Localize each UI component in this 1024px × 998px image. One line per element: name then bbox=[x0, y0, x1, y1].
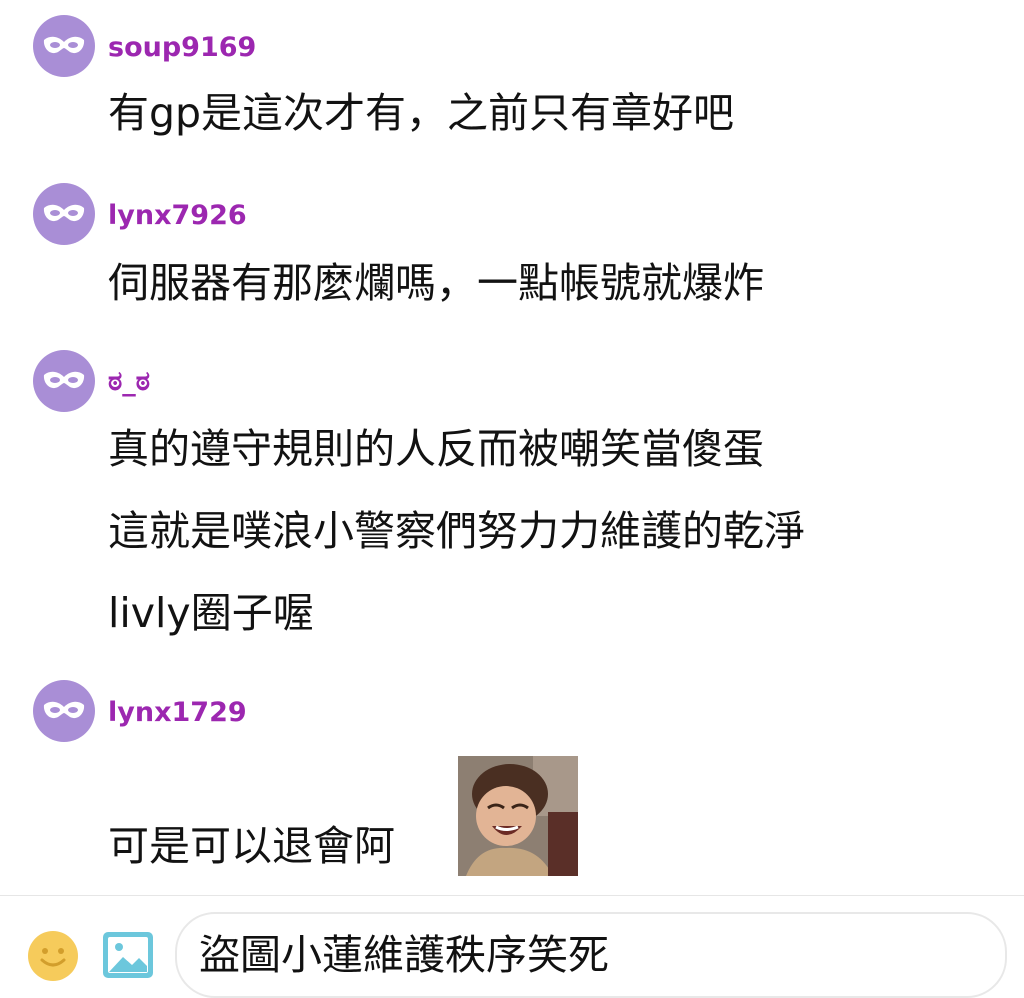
laughing-person-sticker[interactable] bbox=[458, 756, 578, 876]
comment-input-value: 盜圖小蓮維護秩序笑死 bbox=[199, 931, 609, 979]
comment-text: 有gp是這次才有，之前只有章好吧 bbox=[108, 89, 735, 137]
avatar[interactable] bbox=[33, 183, 95, 245]
mask-icon bbox=[43, 371, 85, 389]
username[interactable]: lynx1729 bbox=[108, 697, 247, 729]
username[interactable]: soup9169 bbox=[108, 32, 256, 64]
avatar[interactable] bbox=[33, 680, 95, 742]
image-picker-button[interactable] bbox=[101, 930, 155, 980]
mask-icon bbox=[43, 701, 85, 719]
composer-divider bbox=[0, 895, 1024, 896]
username[interactable]: ಠ_ಠ bbox=[108, 366, 150, 398]
comment-text: 真的遵守規則的人反而被嘲笑當傻蛋 bbox=[108, 425, 764, 473]
comment-text: 可是可以退會阿 bbox=[108, 822, 395, 870]
comment-text: 這就是噗浪小警察們努力力維護的乾淨 bbox=[108, 507, 805, 555]
avatar[interactable] bbox=[33, 350, 95, 412]
comment-text: 伺服器有那麼爛嗎，一點帳號就爆炸 bbox=[108, 259, 764, 307]
comment-text: livly圈子喔 bbox=[108, 589, 314, 637]
username[interactable]: lynx7926 bbox=[108, 200, 247, 232]
laughing-person-image bbox=[458, 756, 578, 876]
avatar[interactable] bbox=[33, 15, 95, 77]
smiley-face-icon bbox=[28, 931, 78, 981]
emoji-button[interactable] bbox=[27, 930, 79, 982]
image-picker-icon bbox=[103, 932, 153, 978]
mask-icon bbox=[43, 36, 85, 54]
mask-icon bbox=[43, 204, 85, 222]
comment-input[interactable]: 盜圖小蓮維護秩序笑死 bbox=[175, 912, 1007, 998]
